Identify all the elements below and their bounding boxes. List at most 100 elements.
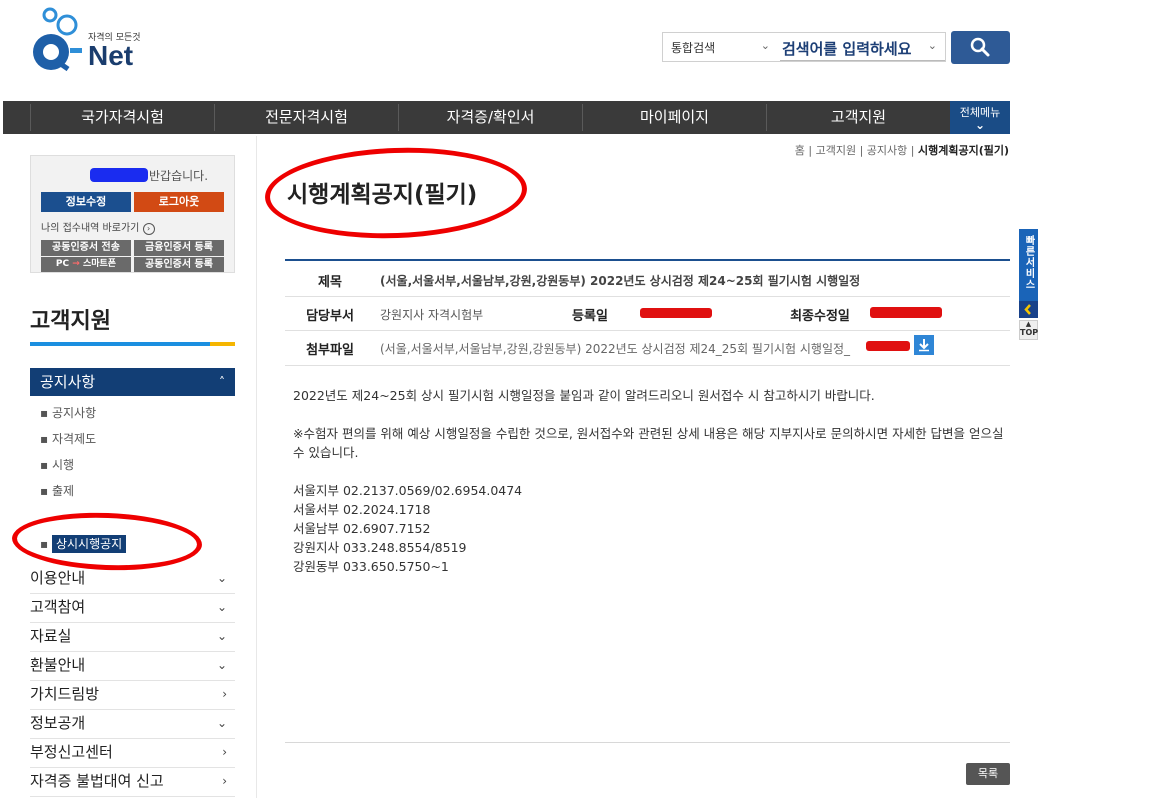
sidebar-menu-value-dream[interactable]: 가치드림방 › [30, 680, 235, 710]
chevron-down-icon: ⌄ [974, 118, 986, 132]
dept-label: 담당부서 [306, 309, 354, 324]
sidebar-menu-illegal-rental[interactable]: 자격증 불법대여 신고 › [30, 767, 235, 797]
sidebar-subitem-notice[interactable]: ▪ 공지사항 [40, 404, 96, 421]
sidebar-subitem-question[interactable]: ▪ 출제 [40, 482, 74, 499]
scroll-top-button[interactable]: ▲ TOP [1019, 320, 1038, 340]
sidebar-title-accent [210, 342, 235, 346]
menu-label: 정보공개 [30, 714, 86, 732]
chevron-down-icon: ⌄ [216, 571, 227, 585]
download-button[interactable] [914, 335, 934, 355]
nav-customer-support[interactable]: 고객지원 [767, 101, 950, 134]
table-divider [285, 330, 1010, 331]
chevron-up-icon: ˄ [219, 375, 225, 389]
chevron-down-icon: ⌄ [927, 39, 937, 52]
sidebar-menu-report-center[interactable]: 부정신고센터 › [30, 738, 235, 768]
logo-text: Net [88, 40, 134, 71]
nav-professional-exam[interactable]: 전문자격시험 [215, 101, 398, 134]
joint-cert-button[interactable]: 공동인증서 등록 [134, 257, 224, 272]
menu-label: 이용안내 [30, 569, 86, 587]
menu-label: 자료실 [30, 627, 72, 645]
history-link[interactable]: 나의 접수내역 바로가기 › [41, 219, 155, 235]
search-input[interactable]: 검색어를 입력하세요 ⌄ [780, 32, 946, 62]
sidebar-menu-refund[interactable]: 환불안내 ⌄ [30, 651, 235, 681]
pc-to-smartphone-button[interactable]: PC → 스마트폰 [41, 257, 131, 272]
chevron-down-icon: ⌄ [216, 600, 227, 614]
redacted-mod-date [870, 307, 942, 318]
quick-service-toggle[interactable] [1019, 301, 1038, 318]
quick-service-label: 빠른서비스 [1023, 235, 1034, 290]
breadcrumb-notice[interactable]: 공지사항 [867, 144, 907, 157]
menu-label: 고객참여 [30, 598, 86, 616]
cert-transfer-button[interactable]: 공동인증서 전송 [41, 240, 131, 256]
search-button[interactable] [951, 31, 1010, 64]
subitem-label: 출제 [51, 484, 75, 498]
column-divider [256, 136, 257, 798]
main-nav: 국가자격시험 전문자격시험 자격증/확인서 마이페이지 고객지원 [3, 101, 1010, 134]
sidebar-title: 고객지원 [30, 309, 111, 334]
breadcrumb-current: 시행계획공지(필기) [917, 144, 1009, 157]
body-paragraph-2: ※수험자 편의를 위해 예상 시행일정을 수립한 것으로, 원서접수와 관련된 … [293, 426, 1004, 460]
nav-national-exam[interactable]: 국가자격시험 [31, 101, 214, 134]
sidebar-menu-library[interactable]: 자료실 ⌄ [30, 622, 235, 652]
body-paragraph-1: 2022년도 제24~25회 상시 필기시험 시행일정을 붙임과 같이 알려드리… [293, 388, 875, 403]
breadcrumb-support[interactable]: 고객지원 [816, 144, 856, 157]
sidebar-menu-guide[interactable]: 이용안내 ⌄ [30, 564, 235, 594]
sidebar-subitem-exam[interactable]: ▪ 시행 [40, 456, 74, 473]
history-link-label: 나의 접수내역 바로가기 [41, 223, 140, 234]
sidebar-section-notice[interactable]: 공지사항 ˄ [30, 368, 235, 396]
quick-service-button[interactable]: 빠른서비스 [1019, 229, 1038, 301]
subject-label: 제목 [318, 275, 342, 290]
search-scope-value: 통합검색 [671, 41, 716, 55]
breadcrumb-home[interactable]: 홈 [795, 144, 805, 157]
chevron-down-icon: ⌄ [216, 629, 227, 643]
contact-line: 서울서부 02.2024.1718 [293, 502, 431, 517]
page-title: 시행계획공지(필기) [287, 182, 478, 208]
sidebar-menu-disclosure[interactable]: 정보공개 ⌄ [30, 709, 235, 739]
search-scope-select[interactable]: 통합검색 ⌄ [662, 32, 780, 62]
sidebar-title-underline [30, 342, 210, 346]
sidebar-menu-participation[interactable]: 고객참여 ⌄ [30, 593, 235, 623]
all-menu-button[interactable]: 전체메뉴 ⌄ [950, 101, 1010, 134]
attach-label: 첨부파일 [306, 343, 354, 358]
redacted-reg-date [640, 308, 712, 318]
subitem-label-active: 상시시행공지 [51, 535, 127, 553]
subitem-label: 시행 [51, 458, 75, 472]
sidebar-subitem-system[interactable]: ▪ 자격제도 [40, 430, 96, 447]
chevron-right-icon: › [142, 223, 155, 235]
redacted-username [90, 168, 148, 182]
contact-line: 서울남부 02.6907.7152 [293, 521, 431, 536]
chevron-left-icon [1024, 304, 1031, 315]
subitem-label: 자격제도 [51, 432, 97, 446]
chevron-right-icon: › [222, 774, 227, 788]
pc-label: PC [55, 259, 70, 269]
reg-date-label: 등록일 [572, 309, 608, 324]
redacted-attach-suffix [866, 341, 910, 351]
download-icon [919, 339, 929, 352]
chevron-right-icon: › [222, 745, 227, 759]
qnet-logo[interactable]: 자격의 모든것 Net [28, 5, 148, 77]
contact-line: 서울지부 02.2137.0569/02.6954.0474 [293, 483, 523, 498]
nav-mypage[interactable]: 마이페이지 [583, 101, 766, 134]
dept-value: 강원지사 자격시험부 [380, 308, 484, 322]
notice-body: 2022년도 제24~25회 상시 필기시험 시행일정을 붙임과 같이 알려드리… [293, 386, 1008, 576]
sidebar-section-label: 공지사항 [40, 373, 96, 391]
sidebar-subitem-regular-notice[interactable]: ▪ 상시시행공지 [40, 535, 127, 553]
nav-certificate[interactable]: 자격증/확인서 [399, 101, 582, 134]
attach-link[interactable]: (서울,서울서부,서울남부,강원,강원동부) 2022년도 상시검정 제24_2… [380, 340, 850, 357]
arrow-up-icon: ▲ [1025, 320, 1032, 328]
breadcrumb: 홈 | 고객지원 | 공지사항 | 시행계획공지(필기) [794, 144, 1009, 157]
list-button[interactable]: 목록 [966, 763, 1010, 785]
greeting: 반갑습니다. [149, 169, 209, 183]
edit-info-button[interactable]: 정보수정 [41, 192, 131, 212]
table-divider [285, 296, 1010, 297]
contact-line: 강원지사 033.248.8554/8519 [293, 540, 467, 555]
menu-label: 자격증 불법대여 신고 [30, 772, 164, 790]
table-top-border [285, 259, 1010, 261]
logout-button[interactable]: 로그아웃 [134, 192, 224, 212]
menu-label: 가치드림방 [30, 685, 100, 703]
finance-cert-button[interactable]: 금융인증서 등록 [134, 240, 224, 256]
content-bottom-rule [285, 742, 1010, 743]
chevron-down-icon: ⌄ [216, 716, 227, 730]
chevron-down-icon: ⌄ [216, 658, 227, 672]
arrow-right-icon: → [72, 259, 80, 269]
